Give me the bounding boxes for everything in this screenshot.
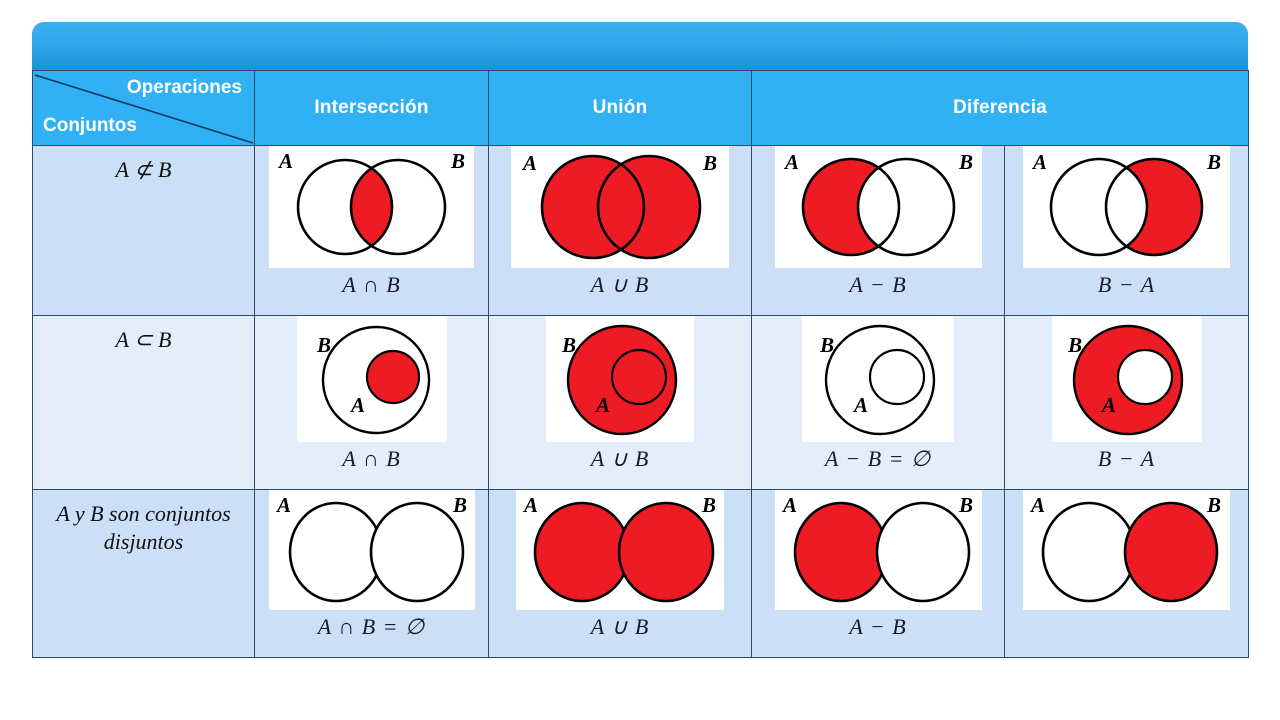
cell-interseccion-nested[interactable]: B A A ∩ B bbox=[254, 314, 489, 491]
cell-b-minus-a-nested[interactable]: B A B − A bbox=[1004, 314, 1249, 491]
cell-interseccion-disjoint[interactable]: A B A ∩ B = ∅ bbox=[254, 489, 489, 658]
set-label-b: B bbox=[561, 333, 576, 357]
cell-caption: A ∪ B bbox=[590, 272, 650, 297]
cell-caption: A ∩ B = ∅ bbox=[317, 614, 426, 640]
cell-caption: A ∪ B bbox=[590, 614, 650, 640]
set-label-a: A bbox=[277, 149, 293, 173]
table-header-row: Operaciones Conjuntos Intersección Unión… bbox=[32, 70, 1249, 146]
venn-nested-union-diagram: B A bbox=[546, 315, 694, 442]
table-row: A y B son conjuntos disjuntos A B A ∩ B … bbox=[32, 489, 1249, 658]
set-label-b: B bbox=[701, 493, 716, 517]
cell-caption: A ∩ B bbox=[342, 272, 401, 297]
table-row: A ⊂ B B A A ∩ B B A A ∪ B B A A − B = ∅ … bbox=[32, 314, 1249, 491]
column-header-label: Intersección bbox=[314, 97, 429, 118]
column-header-diferencia[interactable]: Diferencia bbox=[751, 70, 1249, 146]
table-row: A ⊄ B A B A ∩ B A B A ∪ B A B A − B A B … bbox=[32, 145, 1249, 316]
venn-disjoint-empty-diagram: A B bbox=[268, 490, 475, 611]
venn-nested-empty-diagram: B A bbox=[802, 315, 954, 442]
cell-union-nested[interactable]: B A A ∪ B bbox=[488, 314, 752, 491]
set-operations-table: Operaciones Conjuntos Intersección Unión… bbox=[32, 70, 1249, 658]
set-label-a: A bbox=[275, 493, 291, 517]
cell-a-minus-b-disjoint[interactable]: A B A − B bbox=[751, 489, 1005, 658]
set-label-a: A bbox=[1031, 150, 1047, 174]
set-label-a: A bbox=[594, 393, 610, 417]
cell-caption: A − B bbox=[849, 614, 907, 640]
set-label-a: A bbox=[1100, 393, 1116, 417]
cell-union-disjoint[interactable]: A B A ∪ B bbox=[488, 489, 752, 658]
cell-caption: A − B = ∅ bbox=[824, 445, 932, 471]
set-label-a: A bbox=[522, 493, 538, 517]
venn-disjoint-b-diagram: A B bbox=[1023, 490, 1230, 611]
column-header-label: Unión bbox=[592, 97, 648, 118]
cell-caption: B − A bbox=[1097, 272, 1156, 297]
cell-interseccion-overlap[interactable]: A B A ∩ B bbox=[254, 145, 489, 316]
set-label-a: A bbox=[521, 151, 537, 175]
corner-header-cell: Operaciones Conjuntos bbox=[32, 70, 255, 146]
set-label-a: A bbox=[781, 493, 797, 517]
set-label-b: B bbox=[316, 333, 331, 357]
set-label-a: A bbox=[349, 393, 365, 417]
set-label-a: A bbox=[852, 393, 868, 417]
cell-caption: A ∩ B bbox=[342, 445, 401, 471]
venn-union-diagram: A B bbox=[511, 146, 729, 268]
set-label-b: B bbox=[1206, 493, 1221, 517]
set-label-b: B bbox=[1206, 150, 1221, 174]
set-label-b: B bbox=[958, 493, 973, 517]
set-label-a: A bbox=[783, 150, 799, 174]
set-label-b: B bbox=[450, 149, 465, 173]
venn-intersection-diagram: A B bbox=[269, 146, 474, 268]
cell-a-minus-b-nested[interactable]: B A A − B = ∅ bbox=[751, 314, 1005, 491]
column-header-interseccion[interactable]: Intersección bbox=[254, 70, 489, 146]
set-label-b: B bbox=[452, 493, 467, 517]
cell-union-overlap[interactable]: A B A ∪ B bbox=[488, 145, 752, 316]
corner-conjuntos-label: Conjuntos bbox=[43, 115, 137, 136]
column-header-union[interactable]: Unión bbox=[488, 70, 752, 146]
venn-disjoint-union-diagram: A B bbox=[516, 490, 724, 611]
cell-a-minus-b-overlap[interactable]: A B A − B bbox=[751, 145, 1005, 316]
corner-operations-label: Operaciones bbox=[126, 77, 242, 98]
venn-nested-intersection-diagram: B A bbox=[296, 315, 447, 442]
set-label-a: A bbox=[1029, 493, 1045, 517]
cell-b-minus-a-overlap[interactable]: A B B − A bbox=[1004, 145, 1249, 316]
venn-b-minus-a-diagram: A B bbox=[1023, 146, 1230, 268]
row-label-disjoint: A y B son conjuntos disjuntos bbox=[32, 489, 255, 658]
cell-b-minus-a-disjoint[interactable]: A B bbox=[1004, 489, 1249, 658]
venn-nested-ring-diagram: B A bbox=[1051, 315, 1202, 442]
venn-a-minus-b-diagram: A B bbox=[774, 146, 982, 268]
set-label-b: B bbox=[702, 151, 717, 175]
row-label-not-subset: A ⊄ B bbox=[32, 145, 255, 316]
column-header-label: Diferencia bbox=[953, 97, 1047, 118]
set-label-b: B bbox=[819, 333, 834, 357]
venn-disjoint-a-diagram: A B bbox=[774, 490, 982, 611]
set-label-b: B bbox=[958, 150, 973, 174]
title-banner bbox=[32, 22, 1248, 72]
page-root: { "colors": { "banner_top": "#38b0ef", "… bbox=[0, 0, 1280, 720]
cell-caption: B − A bbox=[1097, 445, 1156, 471]
set-label-b: B bbox=[1067, 333, 1082, 357]
cell-caption: A ∪ B bbox=[590, 445, 650, 471]
cell-caption: A − B bbox=[849, 272, 907, 297]
row-label-subset: A ⊂ B bbox=[32, 314, 255, 491]
